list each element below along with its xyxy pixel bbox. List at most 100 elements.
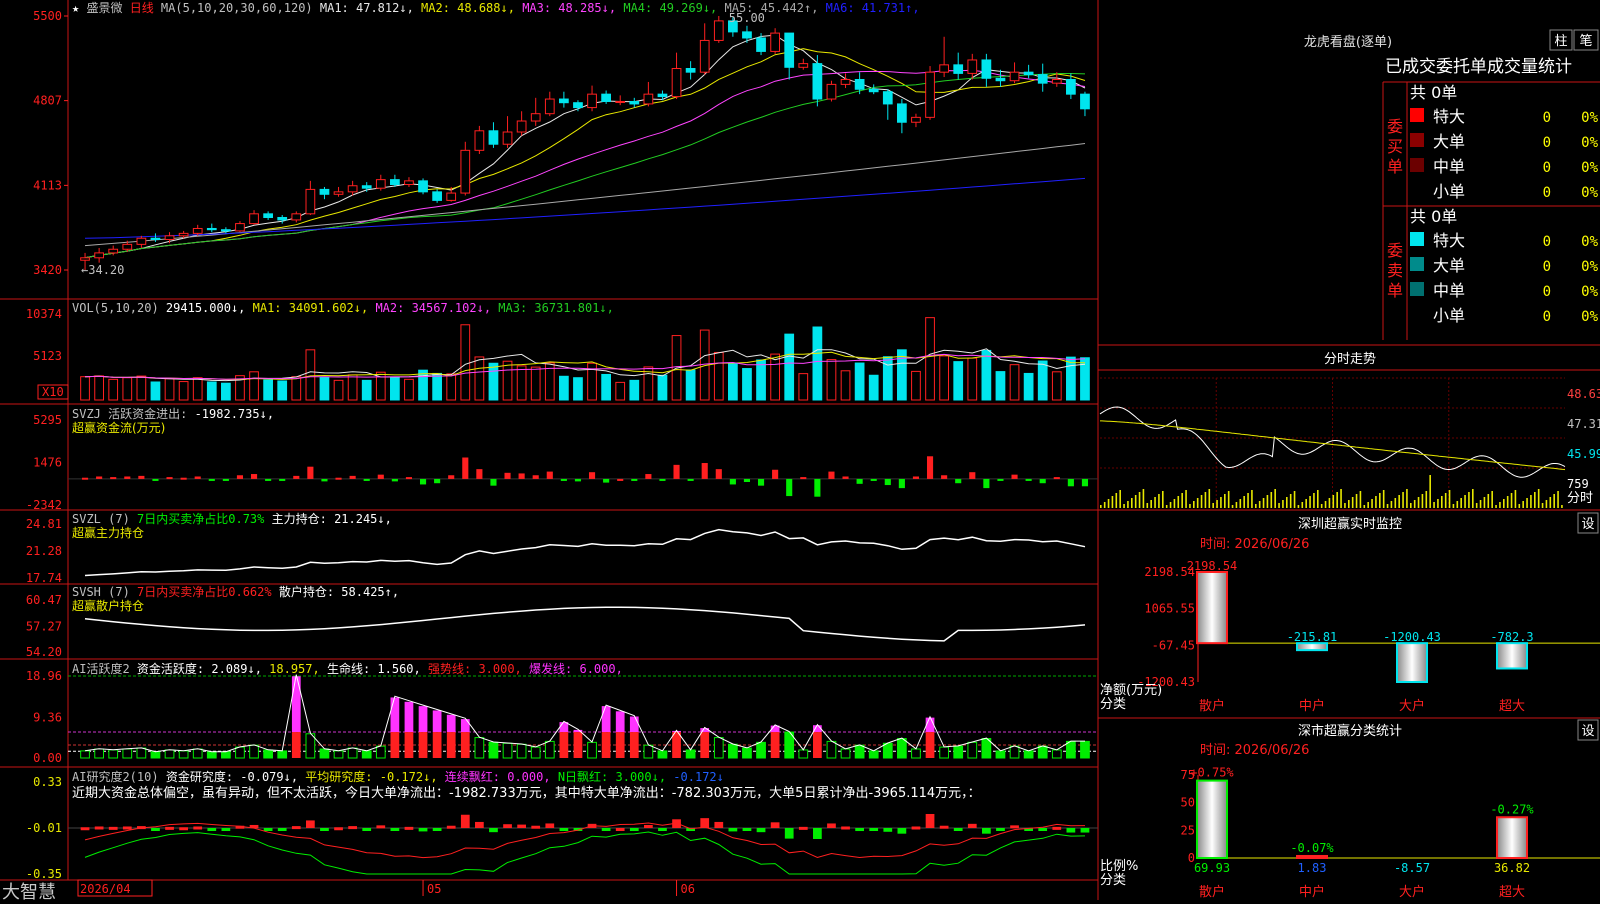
intraday-vol-bar: [1231, 505, 1234, 508]
intraday-vol-bar: [1173, 499, 1176, 508]
candle-body: [375, 179, 386, 189]
svzj-bar: [1081, 478, 1089, 487]
ai1-bar: [488, 741, 499, 759]
candle-body: [995, 77, 1006, 82]
intraday-vol-bar: [1390, 501, 1393, 508]
svzj-bar: [687, 478, 694, 481]
cls-bar: [1296, 854, 1328, 859]
volume-bar: [404, 378, 414, 401]
ai1-bar-burst: [629, 716, 639, 733]
candle-body: [939, 64, 949, 73]
buy-order-label: 大单: [1433, 132, 1465, 151]
candle-body: [798, 63, 809, 68]
buy-order-title: 买: [1387, 137, 1403, 156]
intraday-vol-bar: [1185, 490, 1187, 508]
zhu-button-label: 柱: [1554, 34, 1567, 49]
volume-bar: [1009, 364, 1020, 401]
volume-bar: [1037, 360, 1048, 401]
ai1-bar: [911, 748, 921, 759]
ai1-bar: [798, 749, 809, 759]
intraday-vol-bar: [1297, 505, 1300, 508]
intraday-vol-bar: [1212, 503, 1214, 508]
intraday-vol-bar: [1421, 494, 1424, 508]
volume-bar: [108, 378, 119, 401]
ai1-bar: [178, 750, 189, 759]
kline-header: ★ 盛景微 日线 MA(5,10,20,30,60,120) MA1: 47.8…: [72, 0, 920, 15]
volume-bar: [770, 353, 780, 401]
ai2-header: AI研究度2(10) 资金研究度: -0.079↓, 平均研究度: -0.172…: [72, 769, 724, 784]
intraday-vol-bar: [1332, 495, 1335, 508]
intraday-vol-bar: [1417, 497, 1420, 508]
ai2-bar: [306, 820, 315, 828]
intraday-vol-bar: [1127, 501, 1129, 508]
intraday-vol-bar: [1305, 499, 1307, 508]
ai1-bar: [1023, 750, 1034, 759]
svzj-bar: [448, 475, 455, 479]
intraday-vol-bar: [1208, 489, 1211, 508]
ai2-y-tick: -0.01: [26, 821, 62, 835]
buy-order-label: 中单: [1433, 157, 1465, 176]
cls-axis-label: 比例%: [1100, 859, 1138, 874]
svzj-bar: [391, 478, 398, 482]
ai1-bar: [1037, 745, 1048, 759]
svsh-subtitle: 超赢散户持仓: [72, 598, 144, 613]
svzl-subtitle: 超赢主力持仓: [72, 525, 144, 540]
intraday-vol-bar: [1103, 502, 1106, 508]
ai2-bar: [503, 824, 512, 828]
volume-bar: [333, 379, 344, 401]
ai2-bar: [80, 827, 90, 831]
candle-body: [544, 98, 555, 115]
ai2-bar: [334, 827, 343, 831]
ai1-bar: [882, 742, 893, 759]
svzj-bar: [546, 471, 553, 479]
candle-body: [967, 59, 978, 74]
svzj-bar: [772, 469, 779, 479]
intraday-vol-bar: [1107, 499, 1110, 508]
intraday-vol-bar: [1413, 500, 1416, 508]
intraday-vol-bar: [1262, 498, 1265, 508]
volume-bar: [601, 373, 611, 401]
candle-body: [699, 39, 710, 73]
volume-bar: [488, 362, 499, 401]
svzj-bar: [955, 478, 962, 484]
volume-bar: [291, 376, 302, 401]
svzj-bar: [434, 478, 441, 484]
ai1-bar-burst: [291, 676, 301, 733]
ai2-bar: [996, 828, 1005, 831]
ai1-bar: [601, 732, 611, 758]
candle-body: [80, 257, 90, 261]
intraday-vol-bar: [1382, 490, 1385, 508]
sell-order-pct: 0%: [1581, 309, 1598, 325]
ai2-bar: [911, 826, 921, 830]
candle-body: [587, 93, 597, 109]
intraday-vol-bar: [1510, 493, 1513, 508]
svzj-bar: [504, 472, 511, 479]
svzj-bar: [462, 457, 469, 479]
svzj-bar: [279, 478, 286, 481]
buy-order-count: 0: [1543, 185, 1551, 201]
ai1-bar-burst: [615, 711, 625, 733]
volume-bar: [868, 374, 879, 401]
svzl-line: [84, 528, 1086, 577]
ai1-bar: [432, 732, 442, 758]
ai2-bar: [207, 828, 217, 831]
sz-y-tick: 1065.55: [1144, 602, 1195, 616]
ai2-bar: [376, 825, 386, 829]
intraday-vol-bar: [1293, 491, 1296, 508]
svzj-bar: [138, 475, 145, 479]
svzj-bar: [603, 478, 610, 483]
ai2-bar: [489, 828, 498, 833]
ai1-bar: [868, 750, 879, 759]
intraday-vol-bar: [1375, 496, 1377, 508]
sell-order-count: 0: [1543, 309, 1551, 325]
intraday-vol-bar: [1131, 498, 1133, 508]
intraday-y-tick: 45.99: [1567, 447, 1600, 461]
volume-bar: [361, 379, 372, 401]
candle-body: [122, 243, 133, 250]
ai1-bar: [995, 750, 1006, 759]
buy-order-label: 小单: [1433, 182, 1465, 201]
ai1-bar: [813, 732, 822, 758]
ai1-bar: [446, 732, 456, 758]
intraday-vol-bar: [1537, 489, 1540, 508]
ai1-bar: [573, 732, 583, 758]
